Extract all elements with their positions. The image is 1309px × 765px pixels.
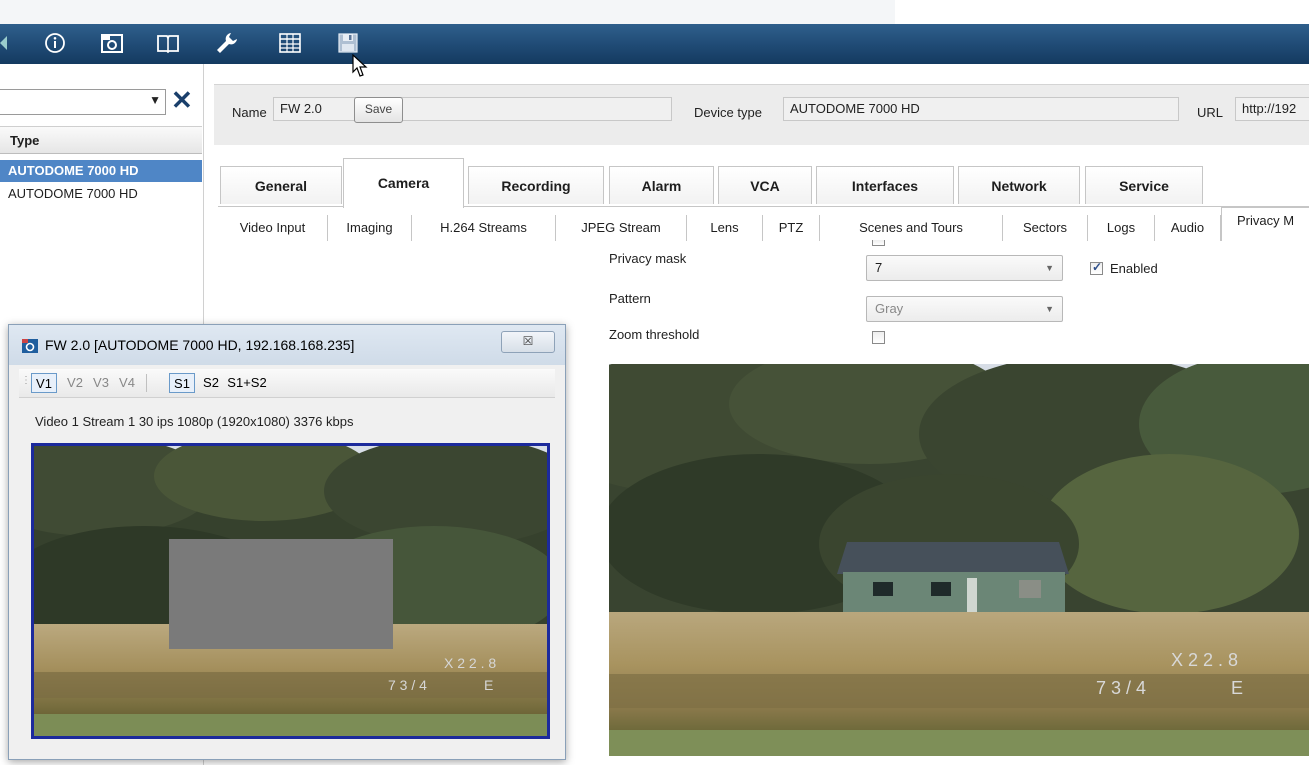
popup-osd-position-text: 7 3 / 4: [388, 677, 427, 693]
column-header-type[interactable]: Type: [0, 126, 202, 154]
video-1-button[interactable]: V1: [31, 373, 57, 393]
enabled-label: Enabled: [1110, 261, 1158, 276]
toolbar-separator: [146, 374, 147, 392]
device-filter-combo[interactable]: ▼: [0, 89, 166, 115]
mouse-cursor-icon: [352, 54, 368, 77]
device-row[interactable]: AUTODOME 7000 HD: [0, 160, 202, 182]
zoom-threshold-checkbox[interactable]: [872, 331, 885, 344]
tab-recording[interactable]: Recording: [468, 166, 604, 204]
name-field[interactable]: FW 2.0: [273, 97, 672, 121]
subtab-video-input[interactable]: Video Input: [218, 215, 328, 241]
popup-osd-direction-text: E: [484, 677, 493, 693]
video-4-button[interactable]: V4: [115, 373, 139, 393]
stream-1-button[interactable]: S1: [169, 373, 195, 393]
pattern-value: Gray: [875, 301, 904, 316]
camera-scene-image: X 2 2 . 8 7 3 / 4 E: [609, 364, 1309, 756]
url-field[interactable]: http://192: [1235, 97, 1309, 121]
stream-2-button[interactable]: S2: [199, 373, 223, 393]
privacy-mask-value: 7: [875, 260, 883, 275]
popup-live-view[interactable]: X 2 2 . 8 7 3 / 4 E: [31, 443, 550, 739]
stream-status-text: Video 1 Stream 1 30 ips 1080p (1920x1080…: [35, 414, 354, 429]
tab-network[interactable]: Network: [958, 166, 1080, 204]
privacy-mask-label: Privacy mask: [609, 251, 687, 266]
video-3-button[interactable]: V3: [89, 373, 113, 393]
toolbar-band: [0, 24, 1309, 64]
stream-selector-toolbar: ⋮ V1 V2 V3 V4 S1 S2 S1+S2: [19, 369, 555, 398]
tab-alarm[interactable]: Alarm: [609, 166, 714, 204]
tab-service[interactable]: Service: [1085, 166, 1203, 204]
privacy-mask-overlay: [169, 539, 393, 649]
device-type-label: Device type: [694, 105, 762, 120]
subtab-sectors[interactable]: Sectors: [1003, 215, 1088, 241]
pattern-select[interactable]: Gray ▼: [866, 296, 1063, 322]
device-row[interactable]: AUTODOME 7000 HD: [0, 183, 202, 205]
osd-position-text: 7 3 / 4: [1096, 678, 1146, 698]
chevron-down-icon[interactable]: ▼: [1045, 297, 1054, 321]
book-icon[interactable]: [153, 28, 183, 58]
osd-zoom-text: X 2 2 . 8: [1171, 650, 1238, 670]
popup-osd-zoom-text: X 2 2 . 8: [444, 655, 496, 671]
toolbar-left-chevron-icon[interactable]: [0, 36, 7, 50]
subtab-privacy-masks[interactable]: Privacy M: [1221, 207, 1309, 241]
subtab-scenes-and-tours[interactable]: Scenes and Tours: [820, 215, 1003, 241]
toolbar-grip-icon: ⋮: [21, 375, 31, 386]
subtab-imaging[interactable]: Imaging: [328, 215, 412, 241]
table-icon[interactable]: [275, 28, 305, 58]
main-toolbar: [0, 0, 1309, 77]
pattern-label: Pattern: [609, 291, 651, 306]
tab-interfaces[interactable]: Interfaces: [816, 166, 954, 204]
info-icon[interactable]: [40, 28, 70, 58]
video-2-button[interactable]: V2: [63, 373, 87, 393]
camera-live-view[interactable]: X 2 2 . 8 7 3 / 4 E: [609, 364, 1309, 756]
chevron-down-icon[interactable]: ▼: [1045, 256, 1054, 280]
subtab-h264-streams[interactable]: H.264 Streams: [412, 215, 556, 241]
subtab-ptz[interactable]: PTZ: [763, 215, 820, 241]
subtab-jpeg-stream[interactable]: JPEG Stream: [556, 215, 687, 241]
tab-camera[interactable]: Camera: [343, 158, 464, 208]
tab-general[interactable]: General: [220, 166, 342, 204]
name-label: Name: [232, 105, 267, 120]
device-type-field: AUTODOME 7000 HD: [783, 97, 1179, 121]
zoom-threshold-label: Zoom threshold: [609, 327, 700, 342]
scrolled-checkbox-fragment: [872, 240, 885, 246]
tab-vca[interactable]: VCA: [718, 166, 812, 204]
enabled-checkbox[interactable]: [1090, 260, 1103, 275]
privacy-mask-select[interactable]: 7 ▼: [866, 255, 1063, 281]
window-title-bar[interactable]: FW 2.0 [AUTODOME 7000 HD, 192.168.168.23…: [9, 325, 565, 365]
clear-filter-icon[interactable]: ✕: [171, 87, 193, 113]
camera-icon[interactable]: [97, 28, 127, 58]
url-label: URL: [1197, 105, 1224, 120]
subtab-audio[interactable]: Audio: [1155, 215, 1221, 241]
save-button[interactable]: Save: [354, 97, 403, 123]
chevron-down-icon[interactable]: ▼: [149, 93, 161, 107]
toolbar-top-strip: [0, 0, 895, 24]
wrench-icon[interactable]: [212, 28, 242, 58]
window-title: FW 2.0 [AUTODOME 7000 HD, 192.168.168.23…: [45, 337, 355, 353]
camera-subtabs: Video Input Imaging H.264 Streams JPEG S…: [218, 206, 1309, 241]
popup-scene-image: X 2 2 . 8 7 3 / 4 E: [34, 446, 547, 736]
main-tabs: General Camera Recording Alarm VCA Inter…: [218, 158, 1309, 208]
subtab-logs[interactable]: Logs: [1088, 215, 1155, 241]
subtab-lens[interactable]: Lens: [687, 215, 763, 241]
window-close-button[interactable]: ☒: [501, 331, 555, 353]
camera-window-icon: [22, 339, 38, 353]
osd-direction-text: E: [1231, 678, 1243, 698]
stream-1-plus-2-button[interactable]: S1+S2: [225, 373, 269, 393]
live-video-window[interactable]: FW 2.0 [AUTODOME 7000 HD, 192.168.168.23…: [8, 324, 566, 760]
